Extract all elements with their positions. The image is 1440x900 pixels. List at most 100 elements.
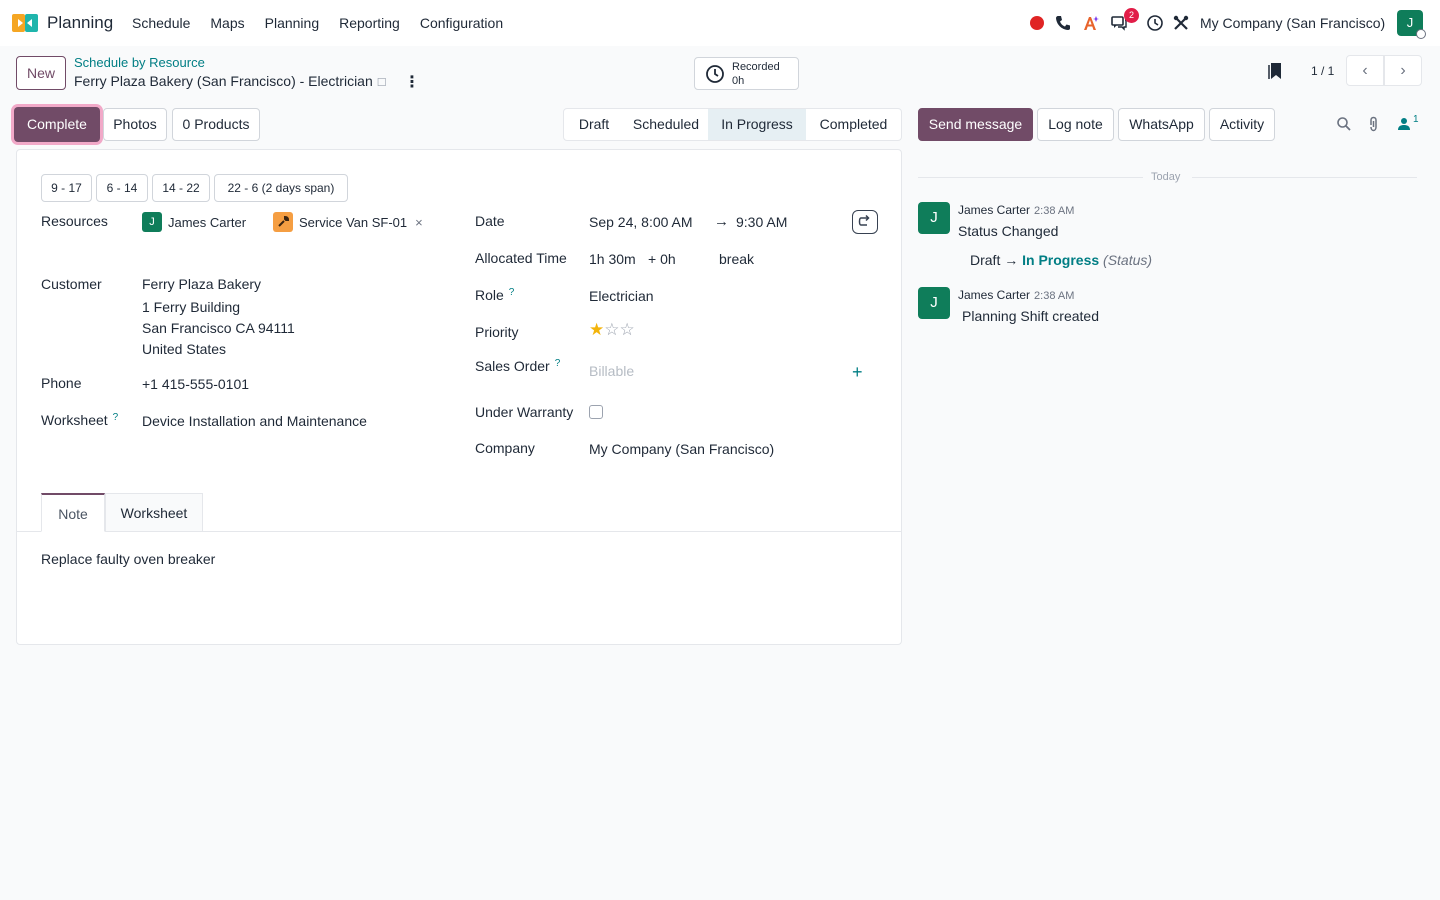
menu-reporting[interactable]: Reporting [339,15,400,31]
actions-menu-icon[interactable]: ⋮ [404,72,420,92]
settings-square-icon[interactable]: ☐ [377,77,387,89]
stage-completed[interactable]: Completed [806,109,901,140]
sales-order-input[interactable]: Billable [589,363,634,379]
chevron-left-icon: ‹ [1362,62,1368,79]
remove-tag-icon[interactable]: × [415,215,423,230]
message-header: James Carter 2:38 AM [958,203,1074,217]
customer-country: United States [142,341,227,357]
record-title: Ferry Plaza Bakery (San Francisco) - Ele… [74,73,387,89]
phone-value[interactable]: +1 415-555-0101 [142,376,249,392]
add-icon[interactable]: + [852,362,863,383]
log-note-button[interactable]: Log note [1037,108,1114,141]
tracking-new-value: In Progress [1022,252,1100,268]
complete-button[interactable]: Complete [14,107,100,142]
warranty-checkbox[interactable] [589,405,603,419]
pager-previous-button[interactable]: ‹ [1346,55,1384,86]
attachment-icon[interactable] [1366,116,1382,132]
role-label: Role? [475,287,514,303]
resource-name: James Carter [168,214,247,230]
search-icon[interactable] [1336,116,1352,132]
followers-icon[interactable] [1396,116,1412,132]
note-content[interactable]: Replace faulty oven breaker [41,551,215,567]
star-filled-icon[interactable]: ★ [589,320,604,339]
send-message-button[interactable]: Send message [918,108,1033,141]
shift-template-6-14[interactable]: 6 - 14 [96,174,148,202]
menu-maps[interactable]: Maps [210,15,244,31]
phone-icon[interactable] [1054,14,1072,32]
activity-clock-icon[interactable] [1146,14,1164,32]
customer-city: San Francisco CA 94111 [142,320,295,336]
tab-note[interactable]: Note [41,493,105,532]
message-avatar[interactable]: J [918,202,950,234]
phone-label: Phone [41,375,82,391]
recorded-label: Recorded [732,61,780,73]
photos-button[interactable]: Photos [103,108,167,141]
recorded-timer-button[interactable]: Recorded 0h [694,57,799,90]
warranty-label: Under Warranty [475,404,574,420]
message-author[interactable]: James Carter [958,288,1030,302]
whatsapp-button[interactable]: WhatsApp [1118,108,1205,141]
user-avatar[interactable]: J [1397,10,1426,39]
resource-tag-james[interactable]: J James Carter [142,211,246,233]
products-button[interactable]: 0 Products [172,108,260,141]
app-name[interactable]: Planning [47,13,113,33]
ai-icon[interactable] [1082,14,1100,32]
stage-in-progress[interactable]: In Progress [708,109,806,140]
customer-label: Customer [41,276,102,292]
resource-tag-van[interactable]: Service Van SF-01 × [273,211,423,233]
tools-icon[interactable] [1172,14,1190,32]
shift-template-22-6[interactable]: 22 - 6 (2 days span) [214,174,348,202]
allocated-time-value[interactable]: 1h 30m [589,251,636,267]
tab-worksheet[interactable]: Worksheet [105,493,203,532]
message-author[interactable]: James Carter [958,203,1030,217]
priority-stars[interactable]: ★☆☆ [589,320,635,340]
new-button[interactable]: New [16,56,66,90]
activity-button[interactable]: Activity [1209,108,1275,141]
user-initial: J [1406,15,1414,30]
stage-scheduled[interactable]: Scheduled [624,109,708,140]
resources-label: Resources [41,213,108,229]
today-label: Today [1151,171,1181,183]
allocated-time-label: Allocated Time [475,250,567,266]
record-title-text: Ferry Plaza Bakery (San Francisco) - Ele… [74,73,373,89]
date-end[interactable]: 9:30 AM [736,214,787,230]
wrench-icon [273,212,293,232]
pager-next-button[interactable]: › [1384,55,1422,86]
role-value[interactable]: Electrician [589,288,654,304]
help-icon[interactable]: ? [509,287,515,298]
shift-template-9-17[interactable]: 9 - 17 [41,174,92,202]
shift-template-14-22[interactable]: 14 - 22 [152,174,210,202]
record-icon[interactable] [1028,14,1046,32]
breadcrumb[interactable]: Schedule by Resource [74,55,205,70]
presence-dot [1416,29,1426,39]
message-title: Status Changed [958,223,1059,239]
bookmark-icon[interactable] [1268,62,1282,80]
menu-planning[interactable]: Planning [265,15,320,31]
worksheet-value[interactable]: Device Installation and Maintenance [142,413,367,429]
sales-order-label: Sales Order? [475,358,560,374]
company-switcher[interactable]: My Company (San Francisco) [1200,15,1385,31]
timer-clock-icon [706,65,724,83]
stage-draft[interactable]: Draft [564,109,624,140]
help-icon[interactable]: ? [113,412,119,423]
menu-schedule[interactable]: Schedule [132,15,190,31]
message-time: 2:38 AM [1034,205,1075,217]
planning-app-icon[interactable] [12,12,40,34]
refresh-dates-icon[interactable] [852,210,878,234]
worksheet-label: Worksheet? [41,412,118,428]
date-start[interactable]: Sep 24, 8:00 AM [589,214,693,230]
sales-order-label-text: Sales Order [475,358,550,374]
help-icon[interactable]: ? [555,358,561,369]
resource-name: Service Van SF-01 [299,214,408,230]
allocated-extra[interactable]: + 0h [648,251,676,267]
top-navbar: Planning Schedule Maps Planning Reportin… [0,0,1440,46]
recorded-value: 0h [732,75,745,87]
star-empty-icon[interactable]: ☆ [620,320,635,339]
message-avatar[interactable]: J [918,287,950,319]
menu-configuration[interactable]: Configuration [420,15,503,31]
customer-name[interactable]: Ferry Plaza Bakery [142,276,261,292]
message-header: James Carter 2:38 AM [958,288,1074,302]
star-empty-icon[interactable]: ☆ [604,320,619,339]
role-label-text: Role [475,287,504,303]
company-value[interactable]: My Company (San Francisco) [589,441,774,457]
